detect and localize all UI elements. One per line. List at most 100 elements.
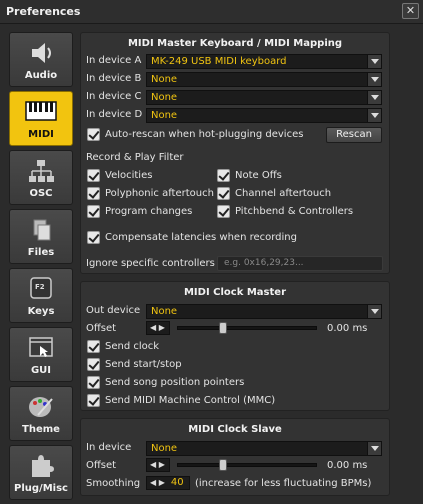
device-a-dropdown[interactable]: MK-249 USB MIDI keyboard (146, 54, 382, 69)
program-changes-checkbox[interactable] (87, 205, 100, 218)
compensate-label: Compensate latencies when recording (105, 232, 297, 243)
auto-rescan-label: Auto-rescan when hot-plugging devices (105, 129, 304, 140)
rescan-button[interactable]: Rescan (326, 127, 382, 143)
chevron-down-icon (367, 73, 381, 86)
send-mmc-label: Send MIDI Machine Control (MMC) (105, 395, 276, 406)
slave-offset-slider-thumb[interactable] (219, 459, 228, 471)
speaker-icon (32, 43, 51, 63)
slave-offset-slider[interactable] (177, 463, 317, 467)
sidebar-item-osc[interactable]: OSC (9, 150, 73, 205)
sidebar-item-label: Theme (22, 424, 60, 435)
sidebar-item-midi[interactable]: MIDI (9, 91, 73, 146)
poly-aftertouch-checkbox[interactable] (87, 187, 100, 200)
channel-aftertouch-label: Channel aftertouch (235, 188, 332, 199)
sidebar-item-label: Files (27, 247, 55, 258)
device-b-label: In device B (86, 73, 142, 84)
device-b-value: None (151, 74, 178, 85)
ignore-controllers-label: Ignore specific controllers (86, 258, 215, 269)
send-clock-checkbox[interactable] (87, 340, 100, 353)
device-c-dropdown[interactable]: None (146, 90, 382, 105)
ignore-controllers-input[interactable]: e.g. 0x16,29,23... (217, 256, 383, 271)
in-device-dropdown[interactable]: None (146, 441, 382, 456)
offset-value: 0.00 ms (327, 323, 368, 334)
files-icon (33, 219, 51, 241)
chevron-down-icon (367, 109, 381, 122)
send-song-position-label: Send song position pointers (105, 377, 245, 388)
chevron-down-icon (367, 91, 381, 104)
gui-icon (29, 337, 53, 357)
spin-arrows-icon: ◀ ▶ (150, 478, 165, 487)
slave-offset-spinner[interactable]: ◀ ▶ (146, 458, 170, 472)
send-clock-label: Send clock (105, 341, 160, 352)
sidebar-item-label: GUI (30, 365, 52, 376)
program-changes-label: Program changes (105, 206, 193, 217)
compensate-checkbox[interactable] (87, 231, 100, 244)
offset-label: Offset (86, 323, 117, 334)
slave-offset-label: Offset (86, 460, 117, 471)
chevron-down-icon (367, 55, 381, 68)
clock-master-panel: MIDI Clock Master Out device None Offset… (80, 281, 390, 411)
sidebar-item-label: Keys (27, 306, 55, 317)
section-title: MIDI Clock Master (183, 287, 287, 298)
section-title: MIDI Clock Slave (188, 424, 282, 435)
in-device-value: None (151, 443, 178, 454)
channel-aftertouch-checkbox[interactable] (217, 187, 230, 200)
window-title: Preferences (6, 5, 81, 18)
section-title: MIDI Master Keyboard / MIDI Mapping (127, 38, 343, 49)
title-bar: Preferences ✕ (0, 0, 423, 24)
offset-spinner[interactable]: ◀ ▶ (146, 321, 170, 335)
sidebar-item-label: Plug/Misc (14, 483, 68, 494)
chevron-down-icon (367, 442, 381, 455)
midi-mapping-panel: MIDI Master Keyboard / MIDI Mapping In d… (80, 32, 390, 274)
filter-heading: Record & Play Filter (86, 152, 184, 163)
in-device-label: In device (86, 442, 132, 453)
send-song-position-checkbox[interactable] (87, 376, 100, 389)
sidebar-item-label: MIDI (28, 129, 54, 140)
send-mmc-checkbox[interactable] (87, 394, 100, 407)
send-start-stop-label: Send start/stop (105, 359, 182, 370)
smoothing-label: Smoothing (86, 478, 141, 489)
device-c-value: None (151, 92, 178, 103)
smoothing-spinner[interactable]: ◀ ▶ 40 (146, 476, 190, 490)
sidebar-item-audio[interactable]: Audio (9, 32, 73, 87)
offset-slider[interactable] (177, 326, 317, 330)
note-offs-checkbox[interactable] (217, 169, 230, 182)
sidebar-item-theme[interactable]: Theme (9, 386, 73, 441)
sidebar-item-plug-misc[interactable]: Plug/Misc (9, 445, 73, 500)
out-device-dropdown[interactable]: None (146, 304, 382, 319)
device-a-value: MK-249 USB MIDI keyboard (151, 56, 287, 67)
sidebar-item-gui[interactable]: GUI (9, 327, 73, 382)
auto-rescan-checkbox[interactable] (87, 128, 100, 141)
svg-text:F2: F2 (35, 283, 45, 291)
device-b-dropdown[interactable]: None (146, 72, 382, 87)
smoothing-value: 40 (170, 477, 184, 488)
offset-slider-thumb[interactable] (219, 322, 228, 334)
sidebar-item-keys[interactable]: F2 Keys (9, 268, 73, 323)
velocities-label: Velocities (105, 170, 153, 181)
pitchbend-checkbox[interactable] (217, 205, 230, 218)
note-offs-label: Note Offs (235, 170, 282, 181)
spin-arrows-icon: ◀ ▶ (150, 323, 165, 332)
device-d-dropdown[interactable]: None (146, 108, 382, 123)
spin-arrows-icon: ◀ ▶ (150, 460, 165, 469)
device-c-label: In device C (86, 91, 142, 102)
out-device-label: Out device (86, 305, 141, 316)
device-d-value: None (151, 110, 178, 121)
clock-slave-panel: MIDI Clock Slave In device None Offset ◀… (80, 418, 390, 496)
send-start-stop-checkbox[interactable] (87, 358, 100, 371)
slave-offset-value: 0.00 ms (327, 460, 368, 471)
close-button[interactable]: ✕ (402, 3, 419, 19)
keys-icon: F2 (30, 277, 52, 299)
velocities-checkbox[interactable] (87, 169, 100, 182)
poly-aftertouch-label: Polyphonic aftertouch (105, 188, 214, 199)
sidebar-item-label: OSC (29, 188, 53, 199)
device-a-label: In device A (86, 55, 142, 66)
out-device-value: None (151, 306, 178, 317)
device-d-label: In device D (86, 109, 143, 120)
network-icon (29, 160, 54, 182)
palette-icon (29, 397, 53, 417)
chevron-down-icon (367, 305, 381, 318)
sidebar-item-files[interactable]: Files (9, 209, 73, 264)
pitchbend-label: Pitchbend & Controllers (235, 206, 354, 217)
puzzle-icon (32, 455, 54, 477)
